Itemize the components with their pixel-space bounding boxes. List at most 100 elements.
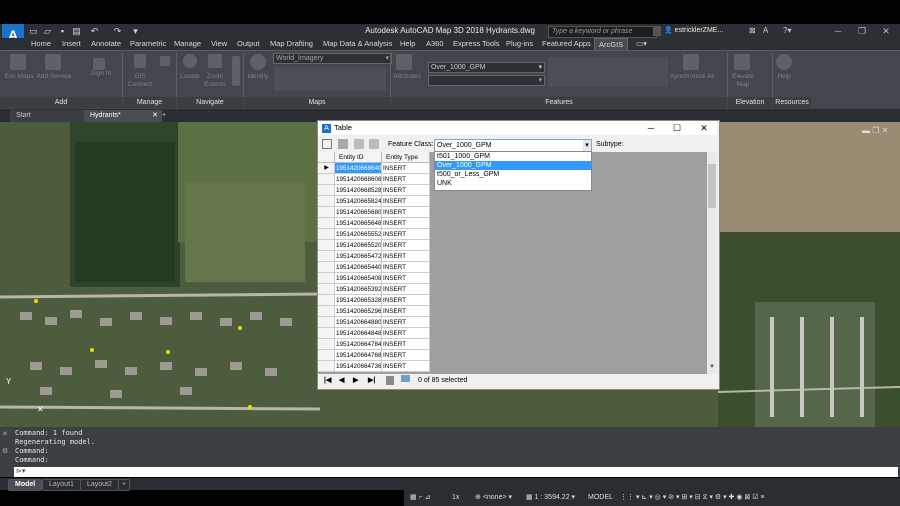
row-header[interactable]: [318, 262, 335, 273]
current-row-indicator-icon[interactable]: ▶: [318, 163, 335, 174]
entity-id-cell[interactable]: 1951420665408: [335, 273, 382, 284]
row-header[interactable]: [318, 174, 335, 185]
user-account[interactable]: 👤 estricklerZME...: [664, 25, 723, 37]
table-row[interactable]: 1951420664880 INSERT: [318, 317, 430, 328]
row-header[interactable]: [318, 317, 335, 328]
table-row[interactable]: 1951420664768 INSERT: [318, 350, 430, 361]
synchronize-all-button[interactable]: Synchronize All: [668, 73, 716, 81]
table-row[interactable]: 1951420668528 INSERT: [318, 185, 430, 196]
entity-id-cell[interactable]: 1951420665552: [335, 229, 382, 240]
map-scale[interactable]: ▦ 1 : 3594.22 ▾: [526, 491, 575, 505]
entity-id-cell[interactable]: 1951420665296: [335, 306, 382, 317]
add-layout-icon[interactable]: +: [118, 479, 131, 491]
entity-type-cell[interactable]: INSERT: [382, 328, 430, 339]
esri-maps-button[interactable]: Esri Maps: [2, 73, 36, 81]
tab-help[interactable]: Help: [400, 38, 415, 50]
dropdown-option[interactable]: UNK: [435, 179, 591, 188]
zoom-to-icon[interactable]: [369, 139, 379, 149]
column-header-entity-type[interactable]: Entity Type: [382, 152, 430, 163]
table-row[interactable]: 1951420668608 INSERT: [318, 174, 430, 185]
scroll-down-icon[interactable]: ▼: [707, 364, 717, 374]
tab-output[interactable]: Output: [237, 38, 260, 50]
table-row[interactable]: 1951420665824 INSERT: [318, 196, 430, 207]
sign-in-button[interactable]: Sign In: [84, 70, 118, 78]
locate-button[interactable]: Locate: [178, 73, 202, 81]
first-record-icon[interactable]: |◀: [324, 374, 331, 387]
row-header[interactable]: [318, 251, 335, 262]
column-header-entity-id[interactable]: Entity ID: [335, 152, 382, 163]
table-row[interactable]: 1951420664784 INSERT: [318, 339, 430, 350]
help-icon[interactable]: ?▾: [783, 25, 795, 37]
elevate-map-button[interactable]: Elevate Map: [728, 73, 758, 89]
tab-manage[interactable]: Manage: [174, 38, 201, 50]
table-row[interactable]: ▶ 1951420668640 INSERT: [318, 163, 430, 174]
entity-type-cell[interactable]: INSERT: [382, 284, 430, 295]
attributes-button[interactable]: Attributes: [390, 73, 424, 81]
row-header[interactable]: [318, 218, 335, 229]
ribbon-options-icon[interactable]: ▭▾: [636, 38, 647, 50]
tab-view[interactable]: View: [211, 38, 227, 50]
row-header[interactable]: [318, 350, 335, 361]
table-row[interactable]: 1951420665680 INSERT: [318, 207, 430, 218]
row-header[interactable]: [318, 328, 335, 339]
row-header[interactable]: [318, 295, 335, 306]
tab-home[interactable]: Home: [31, 38, 51, 50]
entity-type-cell[interactable]: INSERT: [382, 185, 430, 196]
entity-id-cell[interactable]: 1951420668640: [335, 163, 382, 174]
entity-id-cell[interactable]: 1951420668528: [335, 185, 382, 196]
resources-help-button[interactable]: Help: [772, 73, 796, 81]
add-service-button[interactable]: Add Service: [34, 73, 74, 81]
entity-id-cell[interactable]: 1951420665392: [335, 284, 382, 295]
entity-type-cell[interactable]: INSERT: [382, 295, 430, 306]
command-close-icon[interactable]: ✕: [2, 430, 8, 438]
entity-type-cell[interactable]: INSERT: [382, 196, 430, 207]
tab-map-drafting[interactable]: Map Drafting: [270, 38, 313, 50]
table-row[interactable]: 1951420665328 INSERT: [318, 295, 430, 306]
file-tab-start[interactable]: Start: [10, 110, 88, 122]
tab-featured-apps[interactable]: Featured Apps: [542, 38, 591, 50]
entity-id-cell[interactable]: 1951420665680: [335, 207, 382, 218]
entity-type-cell[interactable]: INSERT: [382, 317, 430, 328]
entity-type-cell[interactable]: INSERT: [382, 350, 430, 361]
last-record-icon[interactable]: ▶|: [368, 374, 375, 387]
entity-id-cell[interactable]: 1951420665648: [335, 218, 382, 229]
dialog-close-icon[interactable]: ✕: [697, 121, 711, 135]
tab-express-tools[interactable]: Express Tools: [453, 38, 500, 50]
tab-plug-ins[interactable]: Plug-ins: [506, 38, 533, 50]
entity-id-cell[interactable]: 1951420665472: [335, 251, 382, 262]
entity-type-cell[interactable]: INSERT: [382, 339, 430, 350]
gis-connect-button[interactable]: GIS Connect: [122, 73, 158, 89]
tab-a360[interactable]: A360: [426, 38, 444, 50]
row-header[interactable]: [318, 240, 335, 251]
maximize-icon[interactable]: ❐: [850, 24, 874, 38]
table-row[interactable]: 1951420665552 INSERT: [318, 229, 430, 240]
entity-type-cell[interactable]: INSERT: [382, 207, 430, 218]
table-row[interactable]: 1951420665440 INSERT: [318, 262, 430, 273]
dropdown-option[interactable]: t501_1000_GPM: [435, 152, 591, 161]
entity-id-cell[interactable]: 1951420665824: [335, 196, 382, 207]
copy-icon[interactable]: [354, 139, 364, 149]
entity-id-cell[interactable]: 1951420664848: [335, 328, 382, 339]
table-row[interactable]: 1951420665392 INSERT: [318, 284, 430, 295]
entity-id-cell[interactable]: 1951420665440: [335, 262, 382, 273]
grid-icon[interactable]: [338, 139, 348, 149]
scrollbar-thumb[interactable]: [708, 164, 716, 208]
table-row[interactable]: 1951420665296 INSERT: [318, 306, 430, 317]
entity-id-cell[interactable]: 1951420664784: [335, 339, 382, 350]
dropdown-option[interactable]: Over_1000_GPM: [435, 161, 591, 170]
entity-type-cell[interactable]: INSERT: [382, 273, 430, 284]
row-header[interactable]: [318, 229, 335, 240]
model-space-toggle[interactable]: MODEL: [588, 491, 613, 505]
command-input[interactable]: ⊳▾: [14, 467, 898, 477]
table-row[interactable]: 1951420664848 INSERT: [318, 328, 430, 339]
command-settings-icon[interactable]: ⚙: [2, 447, 8, 455]
layout-tab-model[interactable]: Model: [8, 479, 43, 491]
file-tab-hydrants[interactable]: Hydrants* ✕: [84, 110, 162, 122]
row-header[interactable]: [318, 361, 335, 372]
dialog-minimize-icon[interactable]: ─: [644, 121, 658, 135]
entity-type-cell[interactable]: INSERT: [382, 240, 430, 251]
tab-parametric[interactable]: Parametric: [130, 38, 166, 50]
layout-tab-layout2[interactable]: Layout2: [80, 479, 119, 491]
row-header[interactable]: [318, 185, 335, 196]
table-row[interactable]: 1951420664736 INSERT: [318, 361, 430, 372]
